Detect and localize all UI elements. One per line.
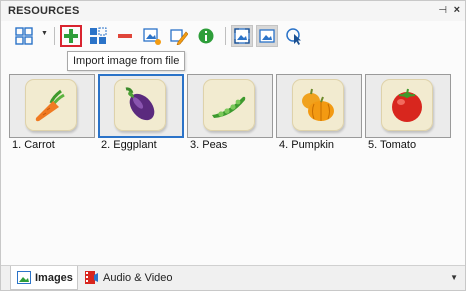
resource-thumbnail[interactable]	[365, 74, 451, 138]
close-icon[interactable]: ×	[454, 4, 460, 16]
resource-tile	[203, 79, 255, 131]
grid-view-icon	[15, 27, 33, 45]
image-view-button[interactable]	[256, 25, 278, 47]
view-mode-button[interactable]	[13, 25, 35, 47]
resource-tile	[292, 79, 344, 131]
screen-capture-icon	[90, 27, 107, 44]
tab-label: Audio & Video	[103, 271, 173, 284]
pumpkin-icon	[302, 88, 334, 121]
delete-button[interactable]	[114, 25, 136, 47]
cursor-button[interactable]	[283, 25, 305, 47]
capture-button[interactable]	[87, 25, 109, 47]
rename-button[interactable]	[168, 25, 190, 47]
resource-label: 5. Tomato	[368, 139, 417, 151]
resource-thumbnail-selected[interactable]	[98, 74, 184, 138]
resource-label: 3. Peas	[190, 139, 228, 151]
plus-icon	[64, 29, 78, 43]
pencil-icon	[170, 29, 188, 45]
media-tab-icon	[85, 271, 98, 284]
tomato-icon	[392, 88, 422, 122]
resource-thumbnail[interactable]	[9, 74, 95, 138]
info-button[interactable]	[195, 25, 217, 47]
tab-label: Images	[35, 271, 73, 284]
panel-header: RESOURCES ⊣ ×	[1, 1, 465, 21]
toolbar-separator	[225, 27, 226, 45]
tab-menu-icon[interactable]: ▼	[450, 273, 458, 282]
toolbar: ▼	[1, 21, 465, 51]
fit-view-button[interactable]	[231, 25, 253, 47]
peas-icon	[212, 96, 246, 118]
resource-label: 2. Eggplant	[101, 139, 157, 151]
minus-icon	[118, 34, 132, 38]
fit-image-icon	[234, 28, 250, 44]
edit-image-button[interactable]	[141, 25, 163, 47]
image-edit-icon	[143, 28, 161, 45]
tab-audio-video[interactable]: Audio & Video	[79, 266, 189, 289]
carrot-icon	[35, 89, 65, 122]
resource-thumbnail[interactable]	[187, 74, 273, 138]
resource-thumbnail[interactable]	[276, 74, 362, 138]
toolbar-separator	[54, 27, 55, 45]
cursor-icon	[286, 28, 301, 45]
image-icon	[259, 29, 275, 43]
tab-bar: Images Audio & Video ▼	[1, 265, 465, 290]
eggplant-icon	[125, 87, 155, 121]
resource-tile	[114, 79, 166, 131]
tab-images[interactable]: Images	[10, 266, 78, 290]
info-icon	[198, 28, 214, 44]
resources-panel: RESOURCES ⊣ × ▼ Import image from file 1…	[0, 0, 466, 291]
pin-icon[interactable]: ⊣	[438, 5, 447, 16]
resource-label: 4. Pumpkin	[279, 139, 335, 151]
resource-tile	[25, 79, 77, 131]
resource-tile	[381, 79, 433, 131]
import-tooltip: Import image from file	[67, 51, 186, 71]
image-tab-icon	[17, 271, 31, 284]
view-mode-dropdown-icon[interactable]: ▼	[41, 30, 48, 37]
panel-title: RESOURCES	[8, 5, 80, 17]
resource-label: 1. Carrot	[12, 139, 55, 151]
import-image-button[interactable]	[60, 25, 82, 47]
